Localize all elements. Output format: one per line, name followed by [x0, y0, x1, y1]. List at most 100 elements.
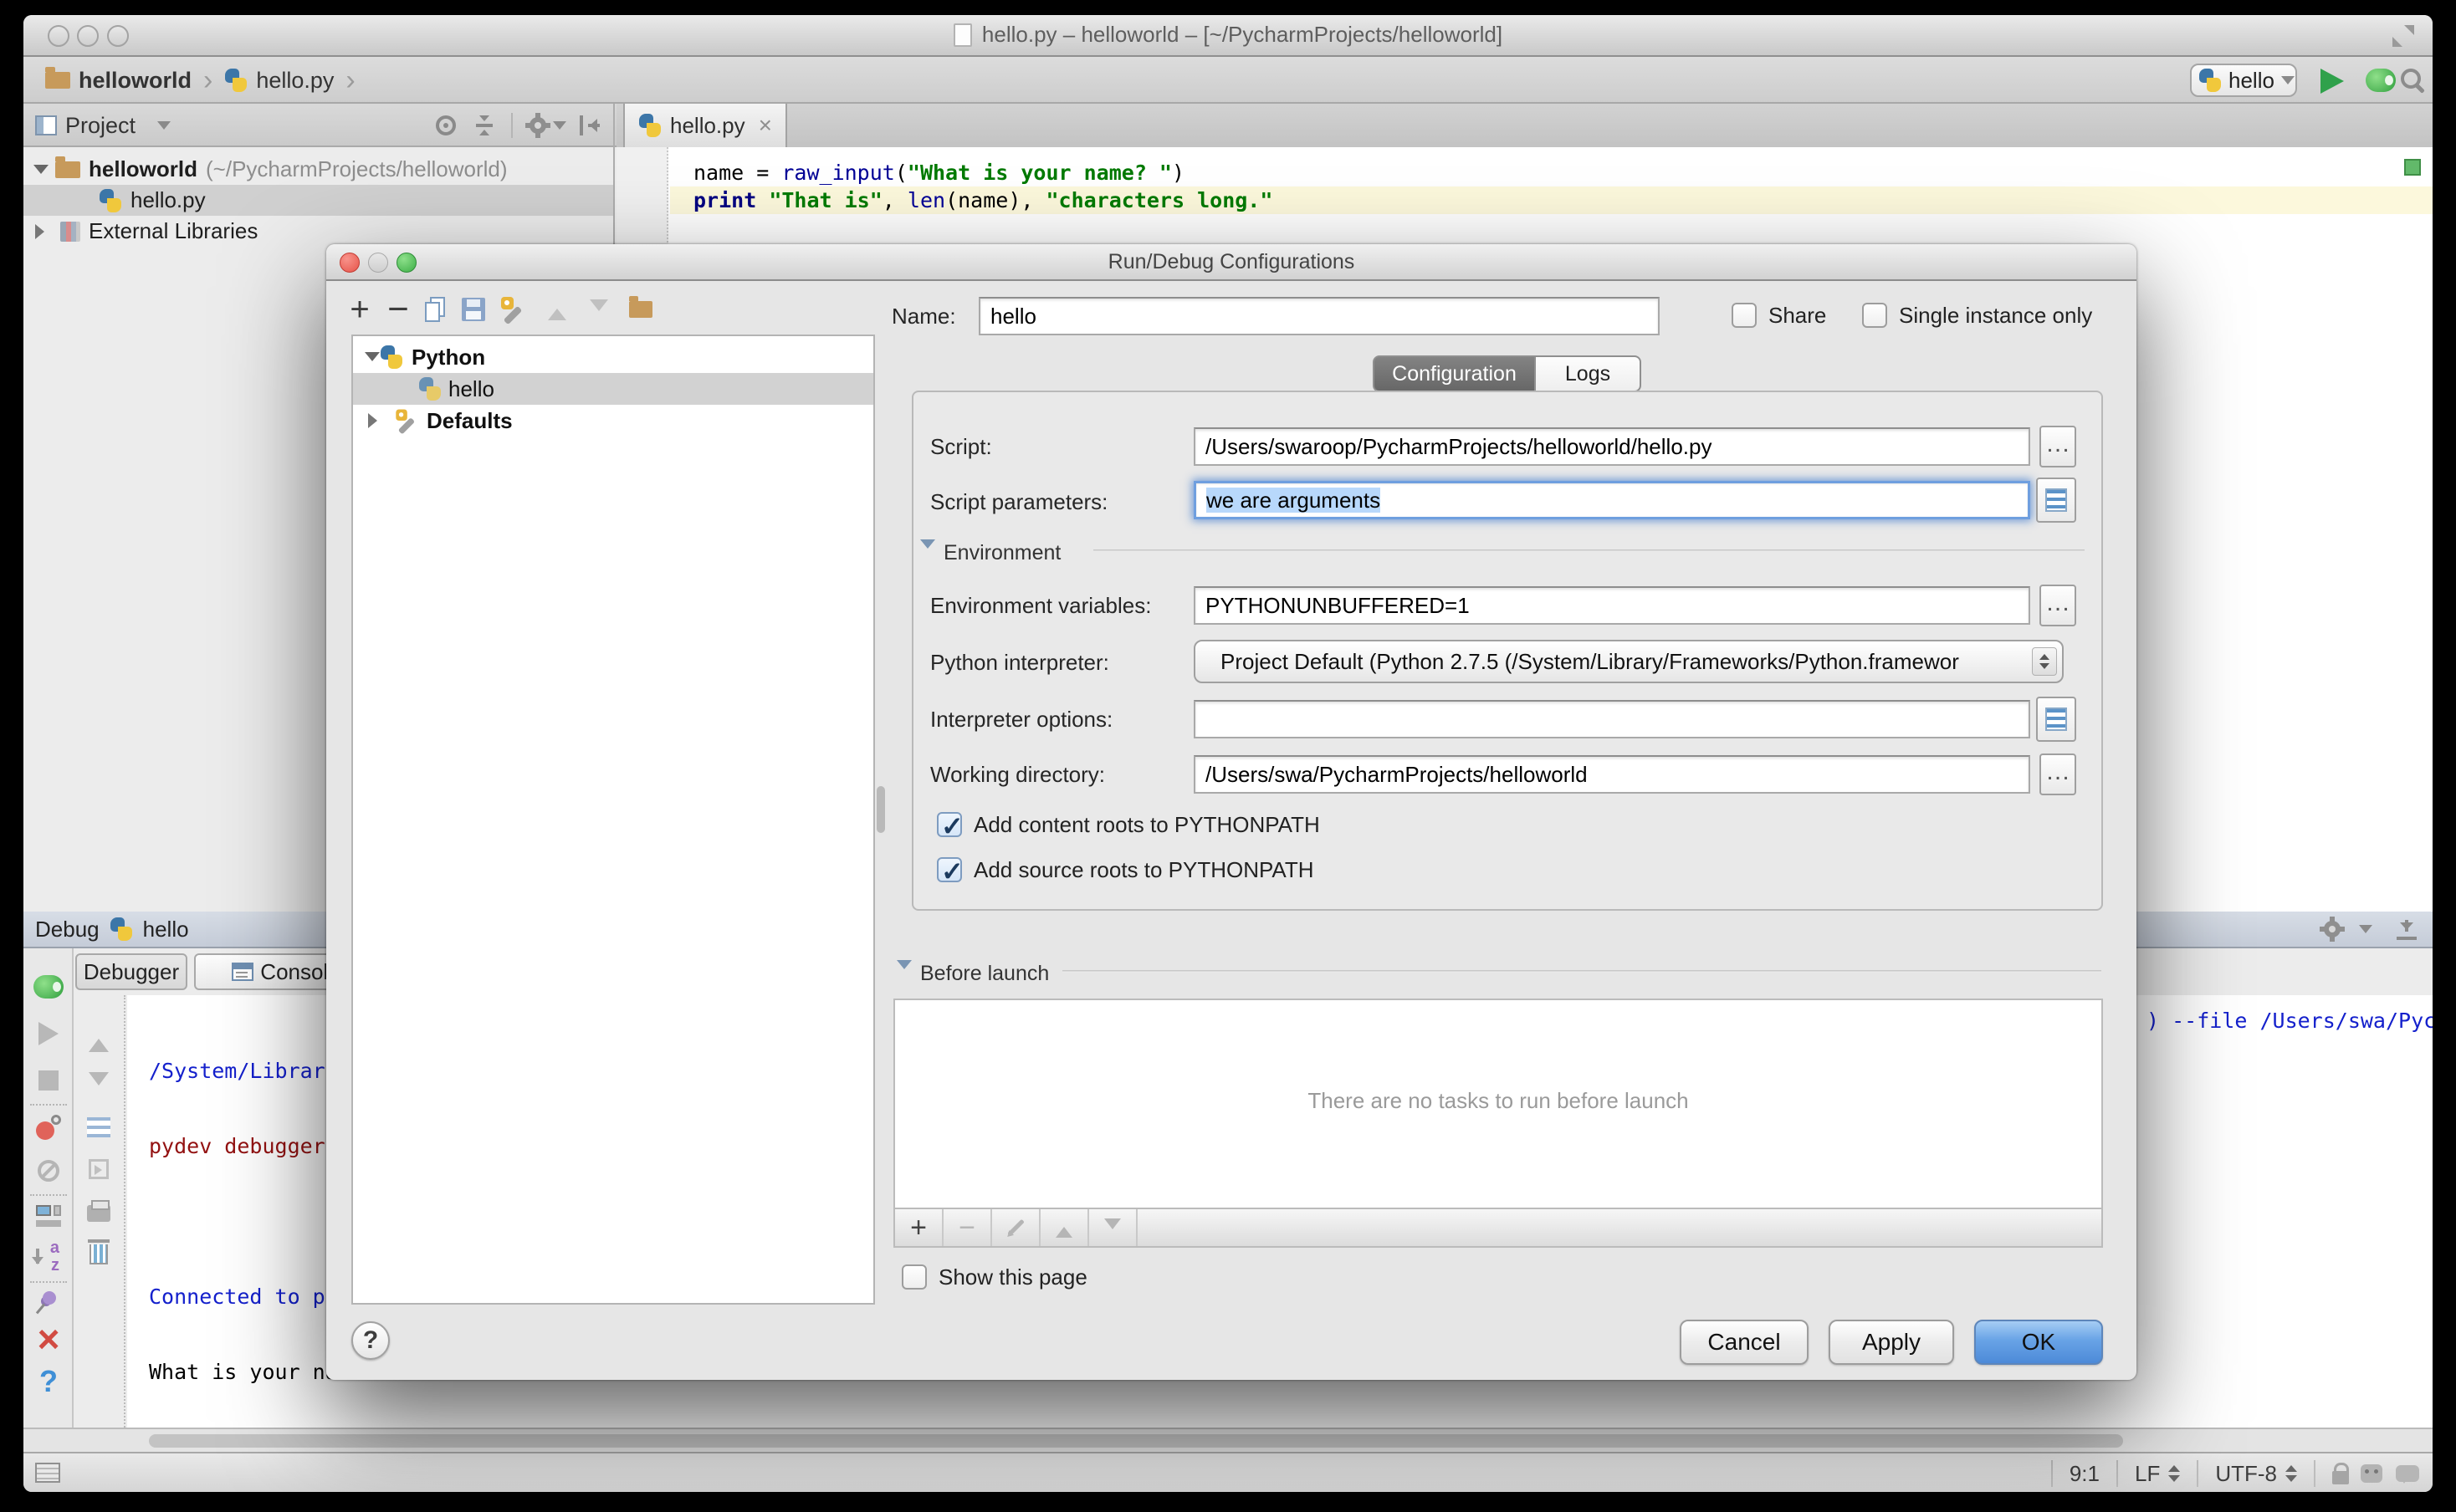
arrow-up-icon: [89, 1029, 109, 1052]
file-encoding[interactable]: UTF-8: [2215, 1461, 2277, 1487]
run-configuration-select[interactable]: hello: [2190, 64, 2297, 97]
clear-console-button[interactable]: [84, 1238, 114, 1268]
project-panel-header[interactable]: Project: [23, 104, 615, 147]
expanded-caret-icon[interactable]: [365, 352, 380, 369]
up-stack-trace-button[interactable]: [84, 1025, 114, 1055]
show-this-page-checkbox[interactable]: [902, 1264, 927, 1290]
python-icon: [418, 377, 442, 401]
python-interpreter-select[interactable]: Project Default (Python 2.7.5 (/System/L…: [1194, 640, 2064, 683]
line-separator[interactable]: LF: [2135, 1461, 2160, 1487]
content-roots-checkbox[interactable]: [937, 812, 962, 837]
down-stack-trace-button[interactable]: [84, 1069, 114, 1099]
configurations-tree: Python hello Defaults: [351, 335, 875, 1305]
collapsed-caret-icon[interactable]: [35, 224, 52, 239]
move-down-button[interactable]: [582, 291, 616, 328]
expanded-caret-icon[interactable]: [33, 165, 49, 181]
copy-configuration-button[interactable]: [418, 291, 452, 328]
gear-icon[interactable]: [2322, 919, 2342, 939]
environment-browse-button[interactable]: …: [2039, 585, 2076, 626]
stop-button[interactable]: [33, 1065, 64, 1096]
lock-icon[interactable]: [2332, 1471, 2349, 1484]
soft-wrap-button[interactable]: [84, 1112, 114, 1142]
close-debug-button[interactable]: [33, 1326, 64, 1356]
search-everywhere-button[interactable]: [2401, 69, 2429, 97]
environment-variables-field[interactable]: PYTHONUNBUFFERED=1: [1194, 586, 2030, 625]
name-field[interactable]: hello: [979, 297, 1660, 335]
workdir-browse-button[interactable]: …: [2039, 753, 2076, 795]
caret-position[interactable]: 9:1: [2070, 1461, 2100, 1487]
resume-button[interactable]: [33, 1019, 64, 1049]
editor-tab-hello[interactable]: hello.py ×: [623, 104, 787, 147]
script-browse-button[interactable]: …: [2039, 426, 2076, 467]
gear-icon[interactable]: [528, 115, 548, 135]
move-task-up-button[interactable]: [1041, 1209, 1089, 1246]
create-folder-button[interactable]: [624, 291, 657, 328]
share-checkbox[interactable]: [1732, 303, 1757, 328]
edit-task-button[interactable]: [992, 1209, 1041, 1246]
source-roots-checkbox[interactable]: [937, 857, 962, 882]
edit-defaults-button[interactable]: [495, 291, 529, 328]
fullscreen-icon[interactable]: [2392, 25, 2414, 47]
move-up-button[interactable]: [540, 291, 574, 328]
apply-button[interactable]: Apply: [1829, 1320, 1954, 1365]
run-button[interactable]: [2320, 69, 2344, 94]
environment-section-header[interactable]: Environment: [920, 539, 1061, 565]
tree-row-external-libraries[interactable]: External Libraries: [23, 216, 613, 247]
tree-row-root[interactable]: helloworld (~/PycharmProjects/helloworld…: [23, 154, 613, 185]
print-button[interactable]: [84, 1196, 114, 1226]
tree-row-defaults[interactable]: Defaults: [353, 405, 873, 437]
scrollbar-thumb[interactable]: [149, 1434, 2123, 1448]
hector-inspector-icon[interactable]: [2361, 1464, 2382, 1483]
tree-row-file[interactable]: hello.py: [23, 185, 613, 216]
add-configuration-button[interactable]: +: [343, 291, 376, 328]
tree-row-hello-config[interactable]: hello: [353, 373, 873, 405]
sort-alphabetically-button[interactable]: [33, 1243, 64, 1273]
script-field[interactable]: /Users/swaroop/PycharmProjects/helloworl…: [1194, 427, 2030, 466]
remove-configuration-button[interactable]: −: [381, 291, 415, 328]
expand-options-button[interactable]: [2036, 697, 2076, 742]
view-breakpoints-button[interactable]: [33, 1112, 64, 1142]
wrench-icon: [499, 297, 524, 322]
remove-task-button[interactable]: −: [944, 1209, 992, 1246]
content-roots-label: Add content roots to PYTHONPATH: [974, 812, 1320, 838]
hide-panel-icon[interactable]: [580, 115, 601, 135]
close-tab-icon[interactable]: ×: [759, 112, 772, 139]
mute-breakpoints-button[interactable]: [33, 1156, 64, 1186]
tool-window-toggle-icon[interactable]: [35, 1463, 60, 1483]
console-toolbar: [75, 995, 125, 1428]
restore-layout-button[interactable]: [33, 1201, 64, 1231]
debug-button[interactable]: [2366, 69, 2396, 92]
dialog-scrollbar-thumb[interactable]: [877, 786, 885, 833]
rerun-debug-button[interactable]: [33, 972, 64, 1002]
add-task-button[interactable]: +: [895, 1209, 944, 1246]
minimize-panel-icon[interactable]: [2397, 918, 2417, 940]
debug-help-button[interactable]: [33, 1366, 64, 1397]
breadcrumb-file[interactable]: hello.py: [256, 68, 334, 94]
share-label: Share: [1768, 303, 1826, 329]
ok-button[interactable]: OK: [1974, 1320, 2103, 1365]
expand-parameters-button[interactable]: [2036, 478, 2076, 523]
tab-debugger[interactable]: Debugger: [75, 953, 187, 990]
pin-tab-button[interactable]: [33, 1288, 64, 1318]
horizontal-scrollbar[interactable]: [23, 1428, 2433, 1452]
scroll-to-end-button[interactable]: [84, 1154, 114, 1184]
breadcrumb-project[interactable]: helloworld: [79, 68, 192, 94]
working-directory-field[interactable]: /Users/swa/PycharmProjects/helloworld: [1194, 755, 2030, 794]
locate-icon[interactable]: [436, 115, 456, 135]
single-instance-checkbox[interactable]: [1862, 303, 1887, 328]
tree-row-python-group[interactable]: Python: [353, 341, 873, 373]
cancel-button[interactable]: Cancel: [1680, 1320, 1809, 1365]
collapsed-caret-icon[interactable]: [368, 413, 385, 428]
save-configuration-button[interactable]: [457, 291, 490, 328]
chevron-down-icon: [553, 121, 566, 136]
move-task-down-button[interactable]: [1089, 1209, 1138, 1246]
before-launch-section-header[interactable]: Before launch: [897, 960, 1049, 986]
tab-configuration[interactable]: Configuration: [1373, 355, 1536, 392]
collapse-all-icon[interactable]: [474, 115, 494, 135]
help-button[interactable]: ?: [351, 1321, 390, 1360]
tab-logs[interactable]: Logs: [1536, 355, 1641, 392]
inspection-status-indicator[interactable]: [2404, 159, 2421, 176]
interpreter-options-field[interactable]: [1194, 700, 2030, 738]
script-parameters-field[interactable]: we are arguments: [1194, 481, 2030, 519]
feedback-bubble-icon[interactable]: [2396, 1465, 2419, 1482]
